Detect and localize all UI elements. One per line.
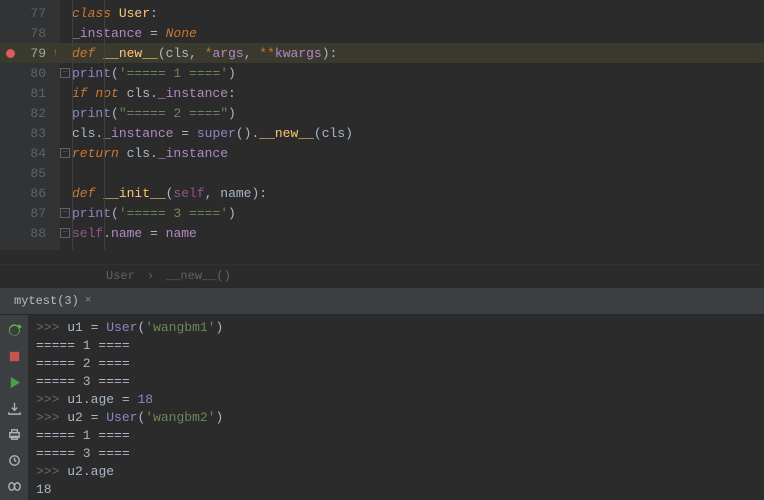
line-number: 83 <box>0 123 60 143</box>
gutter: 77 78 79↑ 80− 81 82 83 84− 85 86 87− 88− <box>0 0 60 250</box>
python-console[interactable]: >>> u1 = User('wangbm1') ===== 1 ==== ==… <box>28 315 764 500</box>
gutter-run-icon[interactable]: ↑ <box>53 48 58 58</box>
run-icon[interactable] <box>5 373 23 391</box>
rerun-icon[interactable] <box>5 321 23 339</box>
breadcrumb-func[interactable]: __new__() <box>166 269 231 283</box>
console-tabs: mytest(3) × <box>0 287 764 315</box>
line-number: 85 <box>0 163 60 183</box>
line-number: 81 <box>0 83 60 103</box>
print-icon[interactable] <box>5 425 23 443</box>
breadcrumb[interactable]: User › __new__() <box>0 264 764 287</box>
breadcrumb-class[interactable]: User <box>106 269 135 283</box>
line-number: 87− <box>0 203 60 223</box>
line-number: 86 <box>0 183 60 203</box>
line-number: 80− <box>0 63 60 83</box>
code-body[interactable]: class User: _instance = None def __new__… <box>60 0 764 250</box>
stop-icon[interactable] <box>5 347 23 365</box>
show-vars-icon[interactable] <box>5 477 23 495</box>
download-icon[interactable] <box>5 399 23 417</box>
console-toolbar <box>0 315 28 500</box>
line-number: 84− <box>0 143 60 163</box>
line-number: 79↑ <box>0 43 60 63</box>
line-number: 82 <box>0 103 60 123</box>
tab-label: mytest(3) <box>14 294 79 308</box>
console-tab[interactable]: mytest(3) × <box>6 294 99 308</box>
close-icon[interactable]: × <box>85 295 92 307</box>
history-icon[interactable] <box>5 451 23 469</box>
line-number: 88− <box>0 223 60 243</box>
breadcrumb-sep: › <box>147 269 154 283</box>
line-number: 78 <box>0 23 60 43</box>
breakpoint-icon[interactable] <box>6 49 15 58</box>
code-editor: 77 78 79↑ 80− 81 82 83 84− 85 86 87− 88−… <box>0 0 764 264</box>
line-number: 77 <box>0 3 60 23</box>
